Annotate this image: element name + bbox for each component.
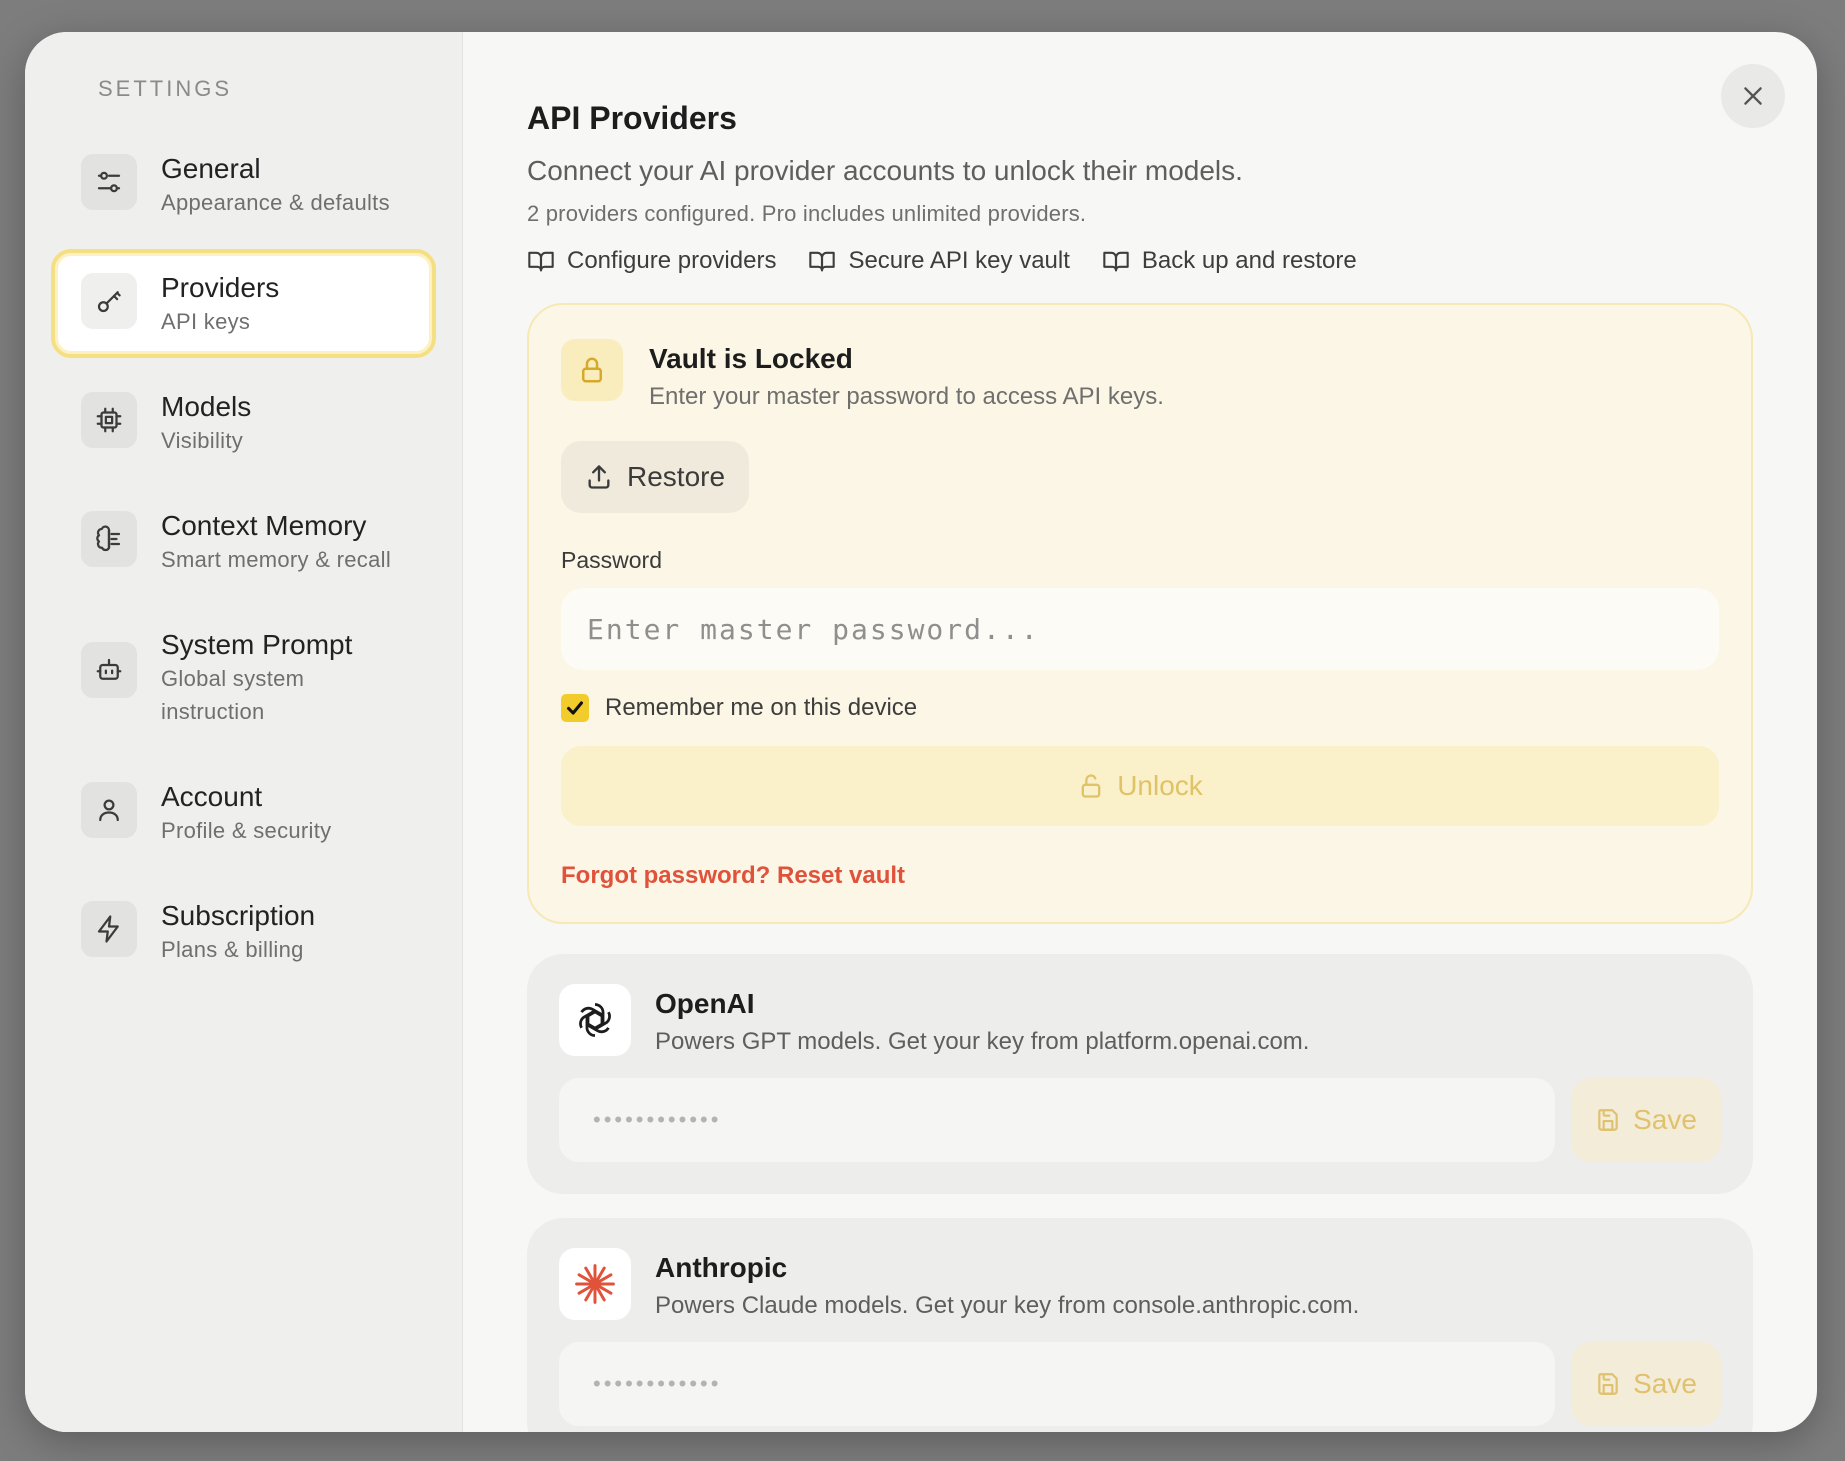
save-label: Save [1633,1104,1697,1135]
providers-count-text: 2 providers configured. Pro includes unl… [527,201,1087,226]
sidebar-item-subtitle: Smart memory & recall [161,547,392,572]
book-icon [1103,251,1129,272]
providers-panel: API Providers Connect your AI provider a… [463,32,1817,1432]
chip-icon [81,392,137,448]
doc-link-label: Back up and restore [1141,247,1357,274]
key-icon [81,273,137,329]
sidebar-item-system-prompt[interactable]: System Prompt Global system instruction [51,606,436,748]
sidebar-item-account[interactable]: Account Profile & security [51,758,436,867]
brain-icon [81,511,137,567]
anthropic-save-button[interactable]: Save [1571,1342,1721,1426]
book-icon [528,251,554,272]
doc-link-label: Configure providers [567,247,777,274]
save-label: Save [1633,1368,1697,1399]
restore-label: Restore [627,461,726,492]
sidebar-item-subtitle: API keys [161,309,251,334]
provider-name: Anthropic [655,1252,788,1283]
settings-sidebar: SETTINGS General Appearance & defaults P… [25,32,463,1432]
close-icon [1744,87,1762,105]
sidebar-item-context-memory[interactable]: Context Memory Smart memory & recall [51,487,436,596]
sidebar-item-title: Models [161,391,252,422]
sidebar-item-subscription[interactable]: Subscription Plans & billing [51,877,436,986]
reset-vault-link[interactable]: Forgot password? Reset vault [561,862,905,889]
vault-locked-card: Vault is Locked Enter your master passwo… [527,303,1753,924]
bot-icon [81,642,137,698]
doc-link-label: Secure API key vault [848,247,1070,274]
vault-title: Vault is Locked [649,343,853,374]
book-icon [809,251,836,272]
unlock-icon [1081,774,1101,798]
sidebar-item-title: Context Memory [161,510,367,541]
anthropic-api-key-input[interactable] [559,1342,1555,1426]
sidebar-item-providers[interactable]: Providers API keys [51,249,436,358]
sidebar-item-subtitle: Plans & billing [161,937,304,962]
sidebar-item-general[interactable]: General Appearance & defaults [51,130,436,239]
sidebar-item-models[interactable]: Models Visibility [51,368,436,477]
page-description: Connect your AI provider accounts to unl… [527,155,1243,186]
sidebar-item-title: System Prompt [161,629,353,660]
sliders-icon [81,154,137,210]
openai-api-key-input[interactable] [559,1078,1555,1162]
provider-description: Powers Claude models. Get your key from … [655,1292,1360,1319]
remember-me-toggle[interactable]: Remember me on this device [561,694,1719,722]
provider-card-anthropic: Anthropic Powers Claude models. Get your… [527,1218,1753,1432]
page-title: API Providers [527,100,737,136]
configure-providers-link[interactable]: Configure providers [527,247,776,275]
checkmark-icon [567,701,583,715]
backup-restore-link[interactable]: Back up and restore [1102,247,1357,275]
doc-links: Configure providers Secure API key vault… [527,247,1753,275]
unlock-label: Unlock [1117,770,1203,801]
sidebar-item-subtitle: Visibility [161,428,244,453]
remember-me-checkbox[interactable] [561,694,589,722]
provider-description: Powers GPT models. Get your key from pla… [655,1028,1310,1055]
remember-me-label: Remember me on this device [605,694,918,721]
provider-card-openai: OpenAI Powers GPT models. Get your key f… [527,954,1753,1194]
unlock-button[interactable]: Unlock [561,746,1719,826]
sidebar-item-subtitle: Global system instruction [161,666,305,724]
close-button[interactable] [1721,64,1785,128]
master-password-input[interactable] [561,588,1719,670]
save-icon [1598,1373,1618,1395]
openai-save-button[interactable]: Save [1571,1078,1721,1162]
lock-icon [561,339,623,401]
anthropic-logo-icon [559,1248,631,1320]
sidebar-item-title: General [161,153,261,184]
upload-icon [588,465,610,489]
openai-logo-icon [559,984,631,1056]
bolt-icon [81,901,137,957]
sidebar-item-title: Providers [161,272,280,303]
user-icon [81,782,137,838]
sidebar-item-subtitle: Appearance & defaults [161,190,390,215]
restore-button[interactable]: Restore [561,441,750,513]
secure-vault-link[interactable]: Secure API key vault [808,247,1070,275]
sidebar-heading: SETTINGS [98,76,233,101]
save-icon [1598,1109,1618,1131]
settings-modal: SETTINGS General Appearance & defaults P… [25,32,1817,1432]
provider-name: OpenAI [655,988,755,1019]
vault-subtitle: Enter your master password to access API… [649,383,1164,410]
sidebar-item-title: Account [161,781,263,812]
sidebar-item-subtitle: Profile & security [161,818,332,843]
sidebar-item-title: Subscription [161,900,316,931]
password-label: Password [561,547,662,573]
